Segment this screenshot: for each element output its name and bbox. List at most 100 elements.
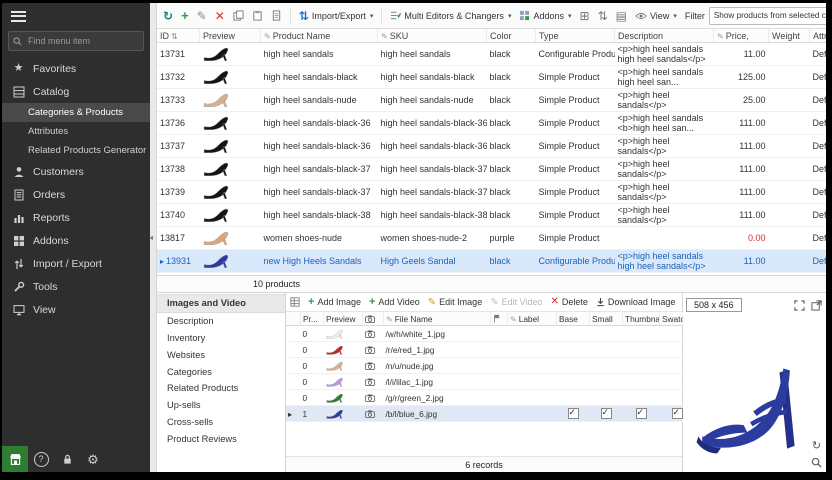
settings-button[interactable]: ⚙ [80,446,106,472]
edit-video-button[interactable]: ✎Edit Video [490,297,542,308]
thumbnail-checkbox[interactable] [636,408,647,419]
import-export-menu[interactable]: ⇅ Import/Export ▾ [297,8,376,24]
tab-categories[interactable]: Categories [157,363,285,380]
refresh-button[interactable]: ↻ [161,8,175,24]
column-header-weight[interactable]: Weight [769,29,810,43]
image-column-header-pr[interactable]: Pr... [301,312,324,326]
store-button[interactable] [2,446,28,472]
help-button[interactable]: ? [28,446,54,472]
sidebar-search-input[interactable] [26,35,139,47]
image-row[interactable]: ▸ 1 /b/l/blue_6.jpg [286,406,734,422]
zoom-image-button[interactable] [810,456,823,469]
view-menu[interactable]: View ▾ [633,9,679,23]
image-column-header-thumbna[interactable]: Thumbna [623,312,660,326]
tab-description[interactable]: Description [157,313,285,330]
sidebar-item-tools[interactable]: Tools [2,275,150,298]
product-row[interactable]: ▸13931 new High Heels Sandals High Geels… [157,250,826,273]
product-row[interactable]: 13731 high heel sandals high heel sandal… [157,43,826,66]
column-header-product-name[interactable]: ✎Product Name [261,29,378,43]
base-checkbox[interactable] [568,408,579,419]
product-row[interactable]: 13740 high heel sandals-black-38 high he… [157,204,826,227]
sidebar-item-view[interactable]: View [2,298,150,321]
fit-screen-button[interactable] [793,299,806,312]
images-grid-settings-button[interactable] [290,297,300,307]
product-row[interactable]: 13736 high heel sandals-black-36 high he… [157,112,826,135]
paste-button[interactable] [250,8,265,23]
product-row[interactable]: 13737 high heel sandals-black-36 high he… [157,135,826,158]
image-column-header-small[interactable]: Small [590,312,623,326]
image-row[interactable]: 0 /w/h/white_1.jpg [286,326,734,342]
addons-menu[interactable]: Addons ▾ [517,8,573,23]
small-checkbox[interactable] [601,408,612,419]
shoe-thumbnail [326,392,344,404]
add-image-button[interactable]: +Add Image [308,297,361,308]
image-column-header-preview[interactable]: Preview [324,312,363,326]
image-column-header-base[interactable]: Base [557,312,590,326]
rotate-image-button[interactable]: ↻ [810,439,823,452]
open-external-button[interactable] [810,299,823,312]
product-row[interactable]: 13739 high heel sandals-black-37 high he… [157,181,826,204]
tab-inventory[interactable]: Inventory [157,330,285,347]
sidebar-item-related-products-generator[interactable]: Related Products Generator [2,141,150,160]
sidebar-item-customers[interactable]: Customers [2,160,150,183]
image-preview-cell [324,390,363,406]
tab-images-and-video[interactable]: Images and Video [157,294,285,313]
column-header-price[interactable]: ✎Price, [714,29,769,43]
image-column-header-flag[interactable] [491,312,508,326]
column-header-preview[interactable]: Preview [200,29,261,43]
tab-websites[interactable]: Websites [157,346,285,363]
sort-button[interactable]: ⇅ [596,8,610,24]
download-image-button[interactable]: Download Image [596,297,676,307]
images-toolbar: +Add Image +Add Video ✎Edit Image ✎Edit … [286,293,682,312]
tab-up-sells[interactable]: Up-sells [157,397,285,414]
plus-icon: + [181,9,189,22]
sidebar-item-catalog[interactable]: Catalog [2,80,150,103]
image-column-header-camera[interactable] [363,312,384,326]
product-row[interactable]: 13733 high heel sandals-nude high heel s… [157,89,826,112]
sidebar-item-attributes[interactable]: Attributes [2,122,150,141]
column-header-color[interactable]: Color [487,29,536,43]
sidebar-item-orders[interactable]: Orders [2,183,150,206]
tab-cross-sells[interactable]: Cross-sells [157,414,285,431]
sidebar-item-reports[interactable]: Reports [2,206,150,229]
sidebar-item-favorites[interactable]: ★Favorites [2,57,150,80]
duplicate-button[interactable] [269,8,284,23]
image-row[interactable]: 0 /r/e/red_1.jpg [286,342,734,358]
tab-product-reviews[interactable]: Product Reviews [157,430,285,447]
delete-image-button[interactable]: ✕Delete [550,297,587,307]
image-row[interactable]: 0 /g/r/green_2.jpg [286,390,734,406]
product-row[interactable]: 13738 high heel sandals-black-37 high he… [157,158,826,181]
sidebar-splitter[interactable]: ◂ [150,3,157,472]
add-product-button[interactable]: + [179,7,191,24]
lock-button[interactable] [54,446,80,472]
sidebar-item-addons[interactable]: Addons [2,229,150,252]
add-video-button[interactable]: +Add Video [369,297,420,308]
edit-image-button[interactable]: ✎Edit Image [428,297,482,308]
column-header-type[interactable]: Type [536,29,615,43]
column-header-description[interactable]: Description [615,29,714,43]
camera-icon [365,346,375,354]
delete-product-button[interactable]: ✕ [213,8,227,24]
copy-button[interactable] [231,8,246,23]
tab-related-products[interactable]: Related Products [157,380,285,397]
menu-toggle-button[interactable] [2,3,150,29]
image-column-header-label[interactable]: ✎Label [508,312,557,326]
image-row[interactable]: 0 /l/i/lilac_1.jpg [286,374,734,390]
swatch-checkbox[interactable] [672,408,683,419]
product-row[interactable]: 13732 high heel sandals-black high heel … [157,66,826,89]
column-header-attribute-set-name[interactable]: Attribute Set Name [810,29,827,43]
group-button[interactable]: ▤ [614,8,629,24]
edit-product-button[interactable]: ✎ [195,8,209,24]
column-header-sku[interactable]: ✎SKU [378,29,487,43]
category-filter-select[interactable]: Show products from selected categories ▾ [709,7,826,25]
product-row[interactable]: 13817 women shoes-nude women shoes-nude-… [157,227,826,250]
multi-editors-menu[interactable]: Multi Editors & Changers ▾ [388,8,513,23]
image-column-header-col0[interactable] [286,312,301,326]
column-header-id[interactable]: ID⇅ [157,29,200,43]
sidebar-item-categories-products[interactable]: Categories & Products [2,103,150,122]
image-row[interactable]: 0 /n/u/nude.jpg [286,358,734,374]
sidebar-item-import-export[interactable]: Import / Export [2,252,150,275]
column-settings-button[interactable]: ⊞ [578,8,592,24]
image-column-header-file-name[interactable]: ✎File Name [384,312,491,326]
expand-arrow-icon[interactable]: ▸ [160,257,164,266]
